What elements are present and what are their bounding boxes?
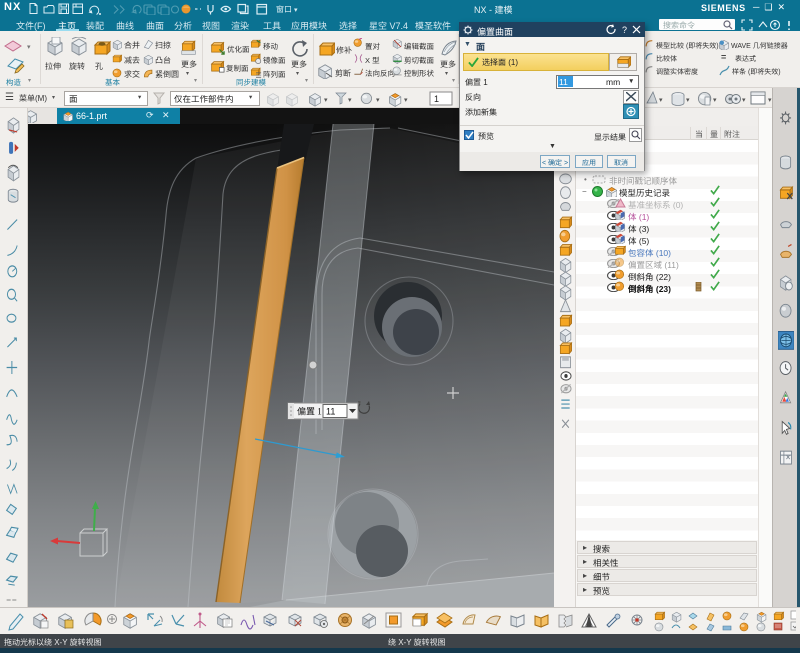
svg-text:▾: ▾	[376, 97, 380, 104]
svg-text:▾: ▾	[713, 97, 717, 104]
svg-text:▾: ▾	[348, 97, 352, 104]
svg-text:▾: ▾	[659, 97, 663, 104]
svg-text:▾: ▾	[404, 97, 408, 104]
svg-text:▾: ▾	[324, 97, 328, 104]
svg-text:▾: ▾	[742, 97, 746, 104]
svg-text:11: 11	[326, 407, 335, 417]
svg-text:?: ?	[622, 25, 627, 35]
svg-text:偏置 1: 偏置 1	[297, 405, 322, 418]
svg-text:▾: ▾	[686, 97, 690, 104]
svg-text:1: 1	[434, 94, 439, 104]
